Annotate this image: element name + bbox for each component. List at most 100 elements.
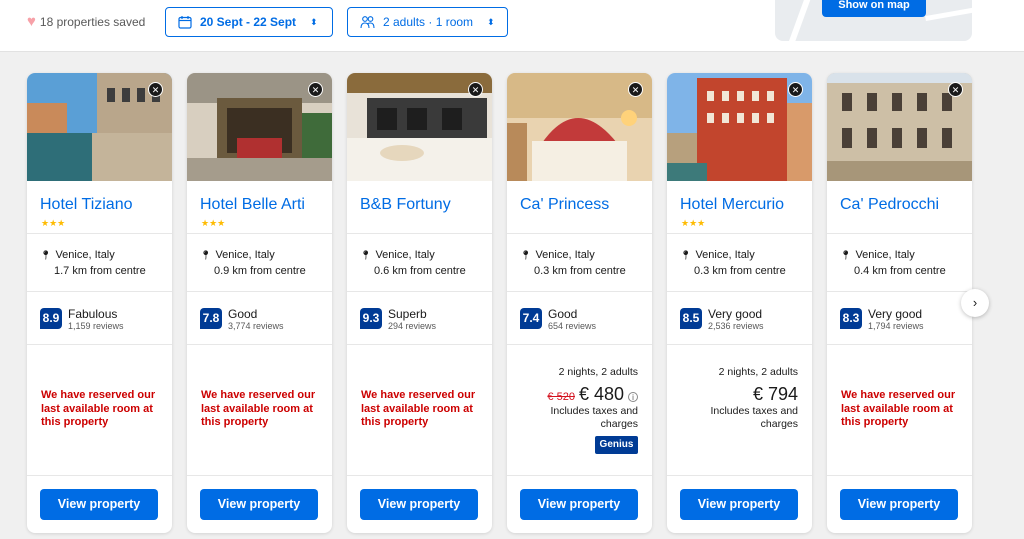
- property-name[interactable]: Hotel Tiziano: [40, 196, 133, 214]
- reserved-message: We have reserved our last available room…: [201, 389, 316, 428]
- divider: [347, 233, 492, 234]
- map-pin-icon: 📍︎: [200, 249, 212, 260]
- view-property-button[interactable]: View property: [840, 489, 958, 520]
- property-card[interactable]: ✕ Hotel Mercurio ★★★ 📍︎ Venice, Italy 0.3…: [667, 73, 812, 533]
- reserved-message: We have reserved our last available room…: [841, 389, 956, 428]
- map-pin-icon: 📍︎: [680, 249, 692, 260]
- reserved-message: We have reserved our last available room…: [41, 389, 156, 428]
- divider: [507, 475, 652, 476]
- property-card[interactable]: ✕ Hotel Tiziano ★★★ 📍︎ Venice, Italy 1.7 …: [27, 73, 172, 533]
- review-score-word: Fabulous: [68, 307, 118, 321]
- property-card[interactable]: ✕ Ca' Pedrocchi 📍︎ Venice, Italy 0.4 km f…: [827, 73, 972, 533]
- review-count: 294 reviews: [388, 321, 437, 331]
- review-score-word: Good: [228, 307, 258, 321]
- close-icon[interactable]: ✕: [788, 82, 803, 97]
- divider: [507, 344, 652, 345]
- divider: [27, 291, 172, 292]
- divider: [667, 233, 812, 234]
- saved-count[interactable]: ♥ 18 properties saved: [27, 14, 145, 29]
- map-road: [783, 0, 813, 41]
- close-icon[interactable]: ✕: [948, 82, 963, 97]
- property-name[interactable]: B&B Fortuny: [360, 196, 451, 214]
- date-picker-button[interactable]: 20 Sept - 22 Sept ⬍: [165, 7, 333, 37]
- guests-label: 2 adults · 1 room: [383, 15, 474, 29]
- current-price: € 794: [752, 384, 798, 404]
- price-row: € 794: [753, 384, 798, 405]
- review-score-word: Very good: [868, 307, 923, 321]
- divider: [27, 475, 172, 476]
- review-count: 1,794 reviews: [868, 321, 924, 331]
- location: 📍︎ Venice, Italy: [680, 249, 755, 261]
- star-rating-icon: ★★★: [41, 218, 66, 228]
- reserved-message: We have reserved our last available room…: [361, 389, 476, 428]
- review-count: 654 reviews: [548, 321, 597, 331]
- location-text: Venice, Italy: [375, 249, 435, 261]
- up-down-chevron-icon: ⬍: [487, 16, 495, 27]
- star-rating-icon: ★★★: [681, 218, 706, 228]
- calendar-icon: [178, 15, 192, 29]
- location: 📍︎ Venice, Italy: [40, 249, 115, 261]
- location-text: Venice, Italy: [55, 249, 115, 261]
- divider: [667, 344, 812, 345]
- close-icon[interactable]: ✕: [468, 82, 483, 97]
- divider: [507, 233, 652, 234]
- divider: [667, 475, 812, 476]
- divider: [27, 233, 172, 234]
- property-card[interactable]: ✕ Hotel Belle Arti ★★★ 📍︎ Venice, Italy 0…: [187, 73, 332, 533]
- property-name[interactable]: Ca' Pedrocchi: [840, 196, 939, 214]
- map-road: [925, 3, 972, 22]
- taxes-note: Includes taxes and charges: [550, 405, 638, 430]
- divider: [347, 291, 492, 292]
- location: 📍︎ Venice, Italy: [360, 249, 435, 261]
- saved-text: 18 properties saved: [39, 14, 146, 29]
- view-property-button[interactable]: View property: [680, 489, 798, 520]
- map-pin-icon: 📍︎: [520, 249, 532, 260]
- view-property-button[interactable]: View property: [360, 489, 478, 520]
- property-card[interactable]: ✕ B&B Fortuny 📍︎ Venice, Italy 0.6 km fro…: [347, 73, 492, 533]
- location-text: Venice, Italy: [855, 249, 915, 261]
- show-on-map-button[interactable]: Show on map: [822, 0, 926, 17]
- view-property-button[interactable]: View property: [40, 489, 158, 520]
- review-count: 3,774 reviews: [228, 321, 284, 331]
- stay-length: 2 nights, 2 adults: [558, 366, 638, 378]
- close-icon[interactable]: ✕: [148, 82, 163, 97]
- genius-badge: Genius: [595, 436, 638, 454]
- original-price: € 520: [547, 391, 575, 403]
- view-property-button[interactable]: View property: [200, 489, 318, 520]
- map-preview[interactable]: Show on map: [775, 0, 972, 41]
- heart-icon: ♥: [27, 13, 36, 30]
- review-score-word: Very good: [708, 307, 763, 321]
- property-name[interactable]: Ca' Princess: [520, 196, 609, 214]
- location: 📍︎ Venice, Italy: [840, 249, 915, 261]
- star-rating-icon: ★★★: [201, 218, 226, 228]
- divider: [827, 475, 972, 476]
- review-score-word: Superb: [388, 307, 427, 321]
- distance: 0.6 km from centre: [374, 265, 466, 277]
- distance: 1.7 km from centre: [54, 265, 146, 277]
- property-card[interactable]: ✕ Ca' Princess 📍︎ Venice, Italy 0.3 km fr…: [507, 73, 652, 533]
- property-name[interactable]: Hotel Belle Arti: [200, 196, 305, 214]
- info-icon[interactable]: i: [628, 392, 638, 402]
- current-price: € 480: [578, 384, 624, 404]
- guests-picker-button[interactable]: 2 adults · 1 room ⬍: [347, 7, 508, 37]
- chevron-right-icon[interactable]: ›: [961, 289, 989, 317]
- review-score-word: Good: [548, 307, 578, 321]
- close-icon[interactable]: ✕: [308, 82, 323, 97]
- divider: [187, 233, 332, 234]
- divider: [827, 233, 972, 234]
- review-score-badge: 8.5: [680, 308, 702, 329]
- location: 📍︎ Venice, Italy: [200, 249, 275, 261]
- distance: 0.3 km from centre: [694, 265, 786, 277]
- divider: [187, 475, 332, 476]
- map-pin-icon: 📍︎: [40, 249, 52, 260]
- divider: [347, 475, 492, 476]
- divider: [187, 344, 332, 345]
- close-icon[interactable]: ✕: [628, 82, 643, 97]
- stay-length: 2 nights, 2 adults: [718, 366, 798, 378]
- divider: [507, 291, 652, 292]
- property-name[interactable]: Hotel Mercurio: [680, 196, 784, 214]
- top-bar: ♥ 18 properties saved 20 Sept - 22 Sept …: [0, 0, 1024, 52]
- divider: [667, 291, 812, 292]
- price-row: € 520 € 480 i: [547, 384, 638, 405]
- view-property-button[interactable]: View property: [520, 489, 638, 520]
